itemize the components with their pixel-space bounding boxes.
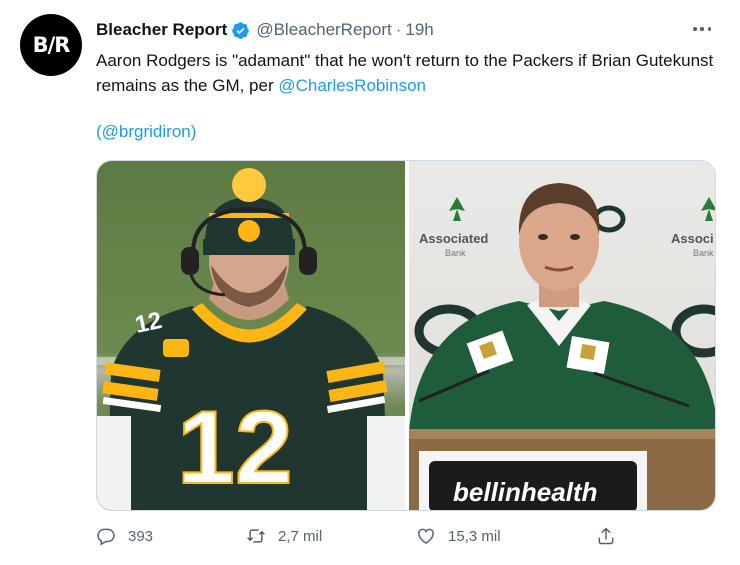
display-name[interactable]: Bleacher Report (96, 20, 227, 40)
action-bar: 393 2,7 mil 15,3 mil (96, 526, 716, 550)
svg-text:Associated: Associated (419, 231, 488, 246)
retweet-icon (247, 529, 265, 543)
retweet-count: 2,7 mil (278, 527, 323, 545)
jersey-number: 12 (177, 390, 293, 506)
like-icon (418, 528, 434, 544)
reply-icon (97, 528, 115, 546)
tweet-header: Bleacher Report @BleacherReport · 19h (96, 20, 434, 40)
verified-icon (232, 21, 250, 39)
mention-link[interactable]: @CharlesRobinson (278, 76, 426, 95)
like-count: 15,3 mil (448, 527, 501, 545)
like-button[interactable]: 15,3 mil (416, 526, 501, 546)
gm-illustration: Associated Bank Associ Bank bellinhealth (409, 183, 715, 510)
retweet-button[interactable]: 2,7 mil (246, 526, 322, 546)
reply-count: 393 (128, 527, 154, 545)
reply-button[interactable]: 393 (96, 526, 153, 546)
avatar[interactable]: B/R (20, 14, 82, 76)
tweet-text: Aaron Rodgers is "adamant" that he won't… (96, 48, 716, 98)
svg-text:Bank: Bank (693, 248, 714, 258)
svg-text:12: 12 (133, 307, 165, 339)
share-button[interactable] (596, 526, 616, 546)
tweet-media[interactable]: 12 12 Associated Bank Associ Bank bellin… (96, 160, 716, 511)
podium-sign: bellinhealth (453, 477, 597, 507)
more-icon[interactable] (690, 20, 714, 38)
tweet[interactable]: B/R Bleacher Report @BleacherReport · 19… (0, 0, 740, 565)
credit-handle-link[interactable]: (@brgridiron) (96, 122, 196, 142)
svg-text:Associ: Associ (671, 231, 714, 246)
handle[interactable]: @BleacherReport (256, 20, 391, 40)
sponsor-logo-right: Associ Bank (671, 197, 715, 258)
timestamp[interactable]: 19h (405, 20, 433, 40)
svg-text:Bank: Bank (445, 248, 466, 258)
player-illustration: 12 12 (97, 168, 405, 510)
separator: · (395, 20, 402, 39)
sponsor-logo-left: Associated Bank (419, 197, 488, 258)
share-icon (598, 527, 614, 545)
photo-gm[interactable]: Associated Bank Associ Bank bellinhealth (409, 161, 715, 510)
photo-player[interactable]: 12 12 (97, 161, 405, 510)
